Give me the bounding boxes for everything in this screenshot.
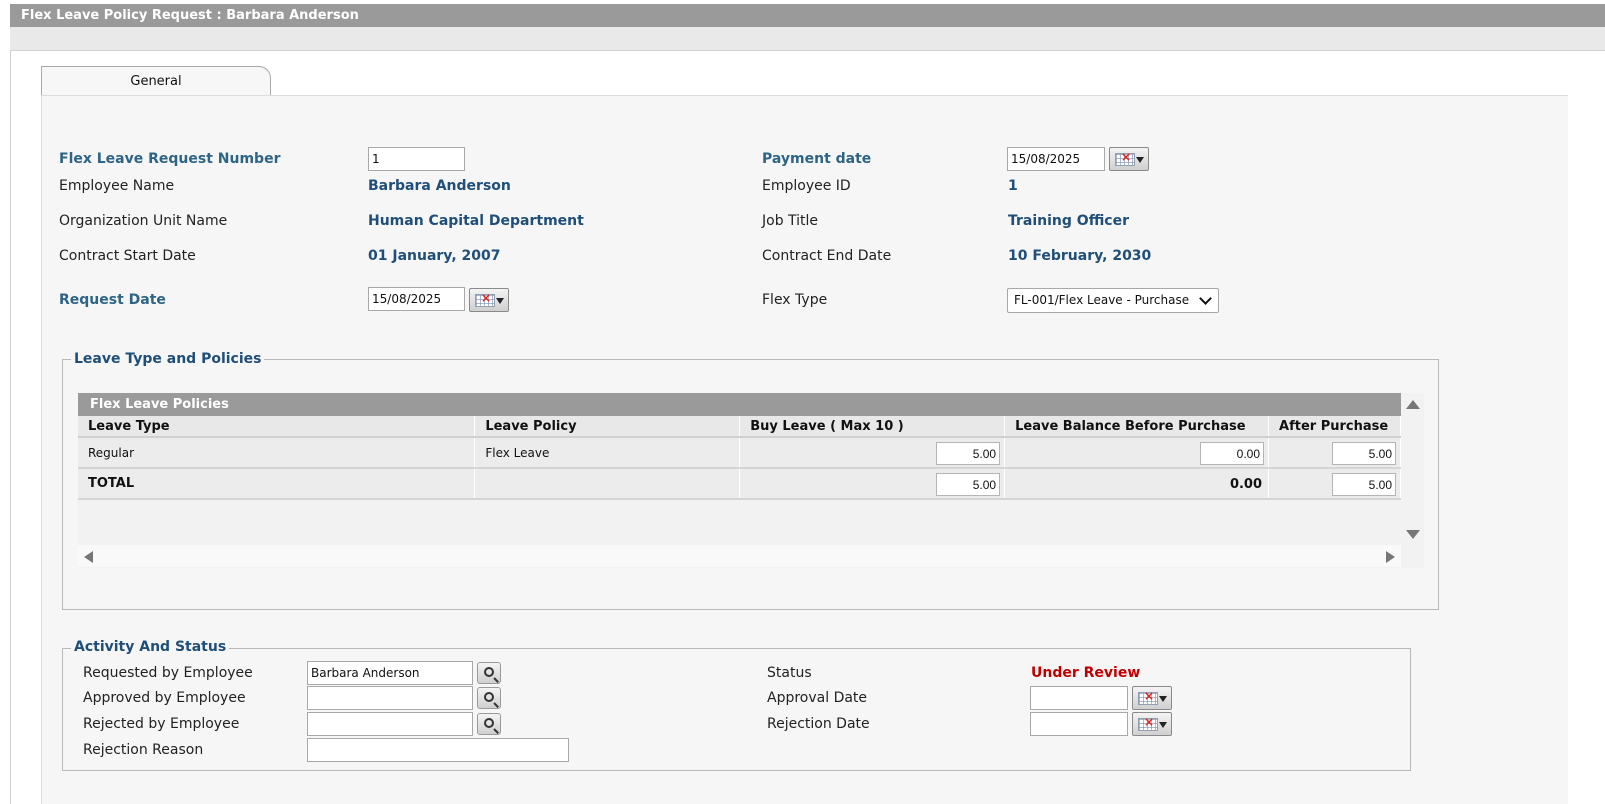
payment-date-input[interactable] (1007, 147, 1105, 171)
flex-type-select[interactable]: FL-001/Flex Leave - Purchase (1007, 288, 1219, 313)
table-total-row: TOTAL 0.00 (78, 468, 1401, 500)
column-header: Leave Policy (474, 416, 741, 438)
rejected-by-label: Rejected by Employee (83, 716, 240, 732)
window-title: Flex Leave Policy Request : Barbara Ande… (10, 4, 1605, 27)
table-row: Regular Flex Leave (78, 437, 1401, 469)
total-label-cell: TOTAL (78, 468, 476, 500)
approval-date-input[interactable] (1030, 686, 1128, 710)
total-empty-cell (474, 468, 741, 500)
balance-before-input[interactable] (1200, 442, 1265, 465)
contract-start-value: 01 January, 2007 (368, 248, 501, 264)
scroll-down-icon[interactable] (1406, 530, 1420, 539)
status-badge: Under Review (1031, 665, 1141, 681)
request-date-calendar-button[interactable] (469, 288, 509, 312)
flex-type-label: Flex Type (762, 292, 828, 308)
total-after-input[interactable] (1332, 473, 1396, 496)
rejected-by-lookup-button[interactable] (477, 713, 501, 735)
dropdown-arrow-icon (496, 298, 504, 304)
column-header: Leave Balance Before Purchase (1004, 416, 1270, 438)
requested-by-input[interactable] (307, 661, 473, 685)
employee-id-label: Employee ID (762, 178, 851, 194)
job-title-value: Training Officer (1008, 213, 1130, 229)
scroll-left-icon[interactable] (84, 551, 93, 563)
total-before-value: 0.00 (1229, 477, 1263, 492)
rejection-date-input[interactable] (1030, 712, 1128, 736)
balance-before-cell (1004, 437, 1270, 469)
dropdown-arrow-icon (1159, 722, 1167, 728)
rejection-date-label: Rejection Date (767, 716, 870, 732)
request-number-input[interactable] (368, 147, 465, 171)
scroll-up-icon[interactable] (1406, 400, 1420, 409)
approval-date-calendar-button[interactable] (1132, 686, 1172, 710)
total-buy-cell (739, 468, 1006, 500)
rejected-by-input[interactable] (307, 712, 473, 736)
dropdown-arrow-icon (1159, 696, 1167, 702)
request-date-label: Request Date (59, 292, 166, 308)
activity-status-fieldset (62, 648, 1411, 771)
table-header-row: Leave Type Leave Policy Buy Leave ( Max … (78, 416, 1401, 438)
calendar-icon (1138, 689, 1158, 705)
total-after-cell (1268, 468, 1401, 500)
column-header: Leave Type (78, 416, 476, 438)
column-header: After Purchase (1268, 416, 1401, 438)
org-unit-value: Human Capital Department (368, 213, 584, 229)
payment-date-label: Payment date (762, 151, 872, 167)
after-purchase-input[interactable] (1332, 442, 1396, 465)
rejection-reason-input[interactable] (307, 738, 569, 762)
approved-by-input[interactable] (307, 686, 473, 710)
after-purchase-cell (1268, 437, 1401, 469)
search-icon (484, 718, 494, 728)
leave-policy-cell: Flex Leave (474, 437, 741, 469)
employee-name-label: Employee Name (59, 178, 175, 194)
activity-status-legend: Activity And Status (71, 639, 230, 655)
flex-leave-policies-grid: Flex Leave Policies Leave Type Leave Pol… (78, 393, 1424, 568)
job-title-label: Job Title (762, 213, 819, 229)
contract-start-label: Contract Start Date (59, 248, 196, 264)
horizontal-scrollbar[interactable] (78, 545, 1401, 567)
search-icon (484, 667, 494, 677)
leave-type-cell: Regular (78, 437, 476, 469)
rejection-reason-label: Rejection Reason (83, 742, 204, 758)
policies-table: Leave Type Leave Policy Buy Leave ( Max … (78, 416, 1401, 500)
column-header: Buy Leave ( Max 10 ) (739, 416, 1006, 438)
requested-by-label: Requested by Employee (83, 665, 253, 681)
left-border (10, 51, 11, 804)
approved-by-label: Approved by Employee (83, 690, 246, 706)
tab-general[interactable]: General (41, 66, 271, 96)
calendar-icon (475, 291, 495, 307)
rejection-date-calendar-button[interactable] (1132, 712, 1172, 736)
approved-by-lookup-button[interactable] (477, 687, 501, 709)
org-unit-label: Organization Unit Name (59, 213, 228, 229)
flex-type-selected-value: FL-001/Flex Leave - Purchase (1014, 293, 1190, 307)
requested-by-lookup-button[interactable] (477, 662, 501, 684)
approval-date-label: Approval Date (767, 690, 868, 706)
search-icon (484, 692, 494, 702)
dropdown-arrow-icon (1136, 157, 1144, 163)
chevron-down-icon (1199, 292, 1212, 305)
contract-end-label: Contract End Date (762, 248, 892, 264)
total-buy-input[interactable] (936, 473, 1001, 496)
total-before-cell: 0.00 (1004, 468, 1270, 500)
employee-name-value: Barbara Anderson (368, 178, 511, 194)
buy-leave-input[interactable] (936, 442, 1001, 465)
status-label: Status (767, 665, 812, 681)
payment-date-calendar-button[interactable] (1109, 147, 1149, 171)
grid-title: Flex Leave Policies (78, 393, 1401, 416)
scroll-right-icon[interactable] (1386, 551, 1395, 563)
request-number-label: Flex Leave Request Number (59, 151, 281, 167)
buy-leave-cell (739, 437, 1006, 469)
contract-end-value: 10 February, 2030 (1008, 248, 1152, 264)
calendar-icon (1115, 150, 1135, 166)
employee-id-value: 1 (1008, 178, 1018, 194)
toolbar-strip (10, 27, 1605, 51)
request-date-input[interactable] (368, 287, 465, 311)
leave-policies-legend: Leave Type and Policies (71, 351, 265, 367)
calendar-icon (1138, 715, 1158, 731)
